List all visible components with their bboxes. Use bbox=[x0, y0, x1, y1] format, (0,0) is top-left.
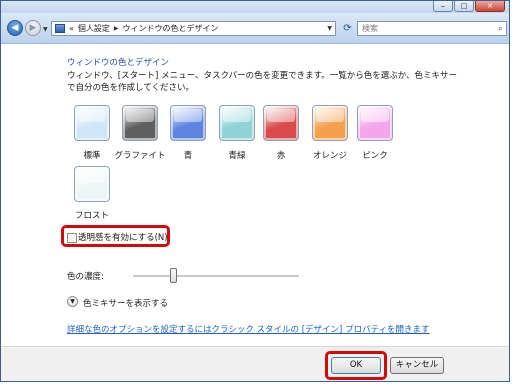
color-swatch[interactable] bbox=[74, 105, 110, 141]
color-swatch[interactable] bbox=[219, 105, 255, 141]
color-swatch[interactable] bbox=[170, 105, 206, 141]
search-placeholder: 検索 bbox=[362, 24, 378, 33]
advanced-appearance-link[interactable]: 詳細な色のオプションを設定するにはクラシック スタイルの [デザイン] プロパテ… bbox=[67, 323, 430, 335]
intensity-label: 色の濃度: bbox=[67, 272, 104, 282]
breadcrumb-separator-icon[interactable]: ▶ bbox=[114, 25, 119, 32]
dialog-footer: OK キャンセル bbox=[1, 346, 509, 381]
swatch-gloss bbox=[267, 109, 295, 122]
color-swatch[interactable] bbox=[74, 166, 110, 202]
address-bar[interactable]: « 個人設定 ▶ ウィンドウの色とデザイン ▼ bbox=[51, 21, 336, 36]
content-pane: ウィンドウの色とデザイン ウィンドウ、[スタート] メニュー、タスクバーの色を変… bbox=[1, 44, 509, 347]
caption-buttons: ‒ □ ✕ bbox=[433, 1, 505, 12]
recent-pages-dropdown-icon[interactable]: ▼ bbox=[43, 26, 48, 33]
navigation-bar: ◀ ▶ ▼ « 個人設定 ▶ ウィンドウの色とデザイン ▼ ⟳ 検索 ⌕ bbox=[1, 13, 509, 44]
refresh-icon[interactable]: ⟳ bbox=[340, 21, 355, 36]
swatch-gloss bbox=[361, 109, 389, 122]
maximize-button[interactable]: □ bbox=[454, 1, 474, 12]
ok-button[interactable]: OK bbox=[331, 357, 381, 374]
swatch-gloss bbox=[174, 109, 202, 122]
search-input[interactable]: 検索 ⌕ bbox=[357, 21, 507, 36]
swatch-gloss bbox=[78, 170, 106, 183]
window: ‒ □ ✕ ◀ ▶ ▼ « 個人設定 ▶ ウィンドウの色とデザイン ▼ ⟳ 検索… bbox=[0, 0, 510, 382]
page-title: ウィンドウの色とデザイン bbox=[67, 58, 170, 68]
title-bar: ‒ □ ✕ bbox=[1, 1, 509, 13]
swatch-gloss bbox=[126, 109, 154, 122]
intensity-slider-thumb[interactable] bbox=[169, 268, 177, 283]
back-arrow-icon: ◀ bbox=[11, 23, 19, 33]
transparency-label[interactable]: 透明感を有効にする(N) bbox=[78, 231, 168, 243]
color-mixer-toggle[interactable]: 色ミキサーを表示する bbox=[83, 297, 168, 309]
page-description: ウィンドウ、[スタート] メニュー、タスクバーの色を変更できます。一覧から色を選… bbox=[67, 71, 458, 93]
breadcrumb-window-color[interactable]: ウィンドウの色とデザイン bbox=[123, 23, 219, 34]
transparency-checkbox[interactable] bbox=[67, 233, 77, 243]
color-swatch-label[interactable]: フロスト bbox=[62, 209, 122, 221]
swatch-gloss bbox=[316, 109, 344, 122]
cancel-button[interactable]: キャンセル bbox=[390, 357, 444, 374]
swatch-gloss bbox=[223, 109, 251, 122]
color-swatch[interactable] bbox=[357, 105, 393, 141]
address-dropdown-icon[interactable]: ▼ bbox=[327, 25, 332, 32]
forward-button[interactable]: ▶ bbox=[25, 20, 41, 36]
color-swatch[interactable] bbox=[122, 105, 158, 141]
search-icon[interactable]: ⌕ bbox=[498, 23, 503, 36]
intensity-slider-track[interactable] bbox=[133, 275, 299, 278]
minimize-button[interactable]: ‒ bbox=[433, 1, 453, 12]
expand-mixer-icon[interactable]: ▼ bbox=[67, 296, 78, 307]
color-swatch[interactable] bbox=[263, 105, 299, 141]
close-button[interactable]: ✕ bbox=[475, 1, 505, 12]
control-panel-icon bbox=[55, 24, 65, 33]
back-button[interactable]: ◀ bbox=[7, 20, 23, 36]
color-swatch-label[interactable]: ピンク bbox=[345, 149, 405, 161]
color-swatch[interactable] bbox=[312, 105, 348, 141]
breadcrumb-personalization[interactable]: 個人設定 bbox=[78, 23, 110, 34]
swatch-gloss bbox=[78, 109, 106, 122]
forward-arrow-icon: ▶ bbox=[29, 23, 37, 33]
breadcrumb-overflow[interactable]: « bbox=[69, 24, 74, 33]
